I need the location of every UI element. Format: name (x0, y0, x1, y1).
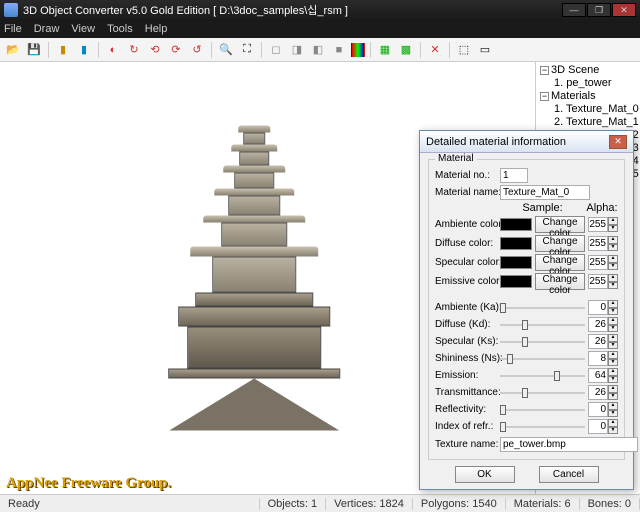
status-materials: Materials: 6 (506, 498, 580, 510)
maximize-button[interactable]: ❐ (587, 3, 611, 17)
alpha-spinner[interactable]: ▲▼ (588, 217, 618, 232)
toolbar: 📂 💾 ▮ ▮ ◐ ↻ ⟲ ⟳ ↺ 🔍 ⛶ ◻ ◨ ◧ ■ ▦ ▩ ✕ ⬚ ▭ (0, 38, 640, 62)
alpha-spinner[interactable]: ▲▼ (588, 255, 618, 270)
tree-item[interactable]: 1. Texture_Mat_0 (552, 103, 638, 116)
slider[interactable] (500, 369, 585, 383)
close-button[interactable]: ✕ (612, 3, 636, 17)
axis-icon[interactable]: ✕ (426, 41, 444, 59)
titlebar: 3D Object Converter v5.0 Gold Edition [ … (0, 0, 640, 20)
change-color-button[interactable]: Change color (535, 235, 585, 252)
tool-icon[interactable]: ⟲ (146, 41, 164, 59)
statusbar: Ready Objects: 1 Vertices: 1824 Polygons… (0, 494, 640, 512)
value-spinner[interactable]: ▲▼ (588, 385, 618, 400)
value-spinner[interactable]: ▲▼ (588, 419, 618, 434)
save-icon[interactable]: 💾 (25, 41, 43, 59)
shade-icon[interactable]: ◻ (267, 41, 285, 59)
shade-icon[interactable]: ◧ (309, 41, 327, 59)
wire-icon[interactable]: ▩ (397, 41, 415, 59)
change-color-button[interactable]: Change color (535, 254, 585, 271)
slider[interactable] (500, 318, 585, 332)
value-spinner[interactable]: ▲▼ (588, 402, 618, 417)
model-pagoda (168, 126, 340, 431)
shade-icon[interactable]: ■ (330, 41, 348, 59)
value-spinner[interactable]: ▲▼ (588, 368, 618, 383)
cancel-button[interactable]: Cancel (539, 466, 599, 483)
status-vertices: Vertices: 1824 (326, 498, 413, 510)
material-dialog: Detailed material information ✕ Material… (419, 130, 634, 490)
zoom-icon[interactable]: 🔍 (217, 41, 235, 59)
slider[interactable] (500, 420, 585, 434)
tool-icon[interactable]: ▮ (75, 41, 93, 59)
tool-icon[interactable]: ◐ (104, 41, 122, 59)
menu-help[interactable]: Help (145, 23, 168, 35)
misc-icon[interactable]: ⬚ (455, 41, 473, 59)
change-color-button[interactable]: Change color (535, 216, 585, 233)
dialog-close-button[interactable]: ✕ (609, 135, 627, 149)
tool-icon[interactable]: ↻ (125, 41, 143, 59)
group-label: Material (435, 153, 477, 164)
menu-draw[interactable]: Draw (34, 23, 60, 35)
material-no-input[interactable] (500, 168, 528, 183)
shade-icon[interactable]: ◨ (288, 41, 306, 59)
color-swatch (500, 237, 532, 250)
app-icon (4, 3, 18, 17)
value-spinner[interactable]: ▲▼ (588, 334, 618, 349)
color-swatch (500, 256, 532, 269)
ok-button[interactable]: OK (455, 466, 515, 483)
color-icon[interactable] (351, 43, 365, 57)
slider[interactable] (500, 301, 585, 315)
status-ready: Ready (0, 498, 260, 510)
window-title: 3D Object Converter v5.0 Gold Edition [ … (23, 2, 562, 18)
tool-icon[interactable]: ⟳ (167, 41, 185, 59)
status-bones: Bones: 0 (580, 498, 640, 510)
slider[interactable] (500, 352, 585, 366)
slider[interactable] (500, 335, 585, 349)
tree-item[interactable]: 2. Texture_Mat_1 (552, 116, 638, 129)
minimize-button[interactable]: — (562, 3, 586, 17)
alpha-spinner[interactable]: ▲▼ (588, 236, 618, 251)
change-color-button[interactable]: Change color (535, 273, 585, 290)
tree-item[interactable]: 1. pe_tower (552, 77, 638, 90)
tree-node-materials[interactable]: −Materials (538, 90, 638, 103)
color-swatch (500, 275, 532, 288)
material-name-input[interactable] (500, 185, 590, 200)
dialog-title: Detailed material information (426, 136, 566, 148)
misc-icon[interactable]: ▭ (476, 41, 494, 59)
value-spinner[interactable]: ▲▼ (588, 317, 618, 332)
fit-icon[interactable]: ⛶ (238, 41, 256, 59)
status-polygons: Polygons: 1540 (413, 498, 506, 510)
menu-file[interactable]: File (4, 23, 22, 35)
menu-tools[interactable]: Tools (107, 23, 133, 35)
watermark: AppNee Freeware Group. (6, 475, 171, 492)
status-objects: Objects: 1 (260, 498, 327, 510)
tool-icon[interactable]: ↺ (188, 41, 206, 59)
menubar: File Draw View Tools Help (0, 20, 640, 38)
open-icon[interactable]: 📂 (4, 41, 22, 59)
slider[interactable] (500, 403, 585, 417)
color-swatch (500, 218, 532, 231)
value-spinner[interactable]: ▲▼ (588, 351, 618, 366)
menu-view[interactable]: View (71, 23, 95, 35)
value-spinner[interactable]: ▲▼ (588, 300, 618, 315)
slider[interactable] (500, 386, 585, 400)
alpha-spinner[interactable]: ▲▼ (588, 274, 618, 289)
tool-icon[interactable]: ▮ (54, 41, 72, 59)
texture-name-input[interactable] (500, 437, 638, 452)
wire-icon[interactable]: ▦ (376, 41, 394, 59)
tree-node-scene[interactable]: −3D Scene (538, 64, 638, 77)
